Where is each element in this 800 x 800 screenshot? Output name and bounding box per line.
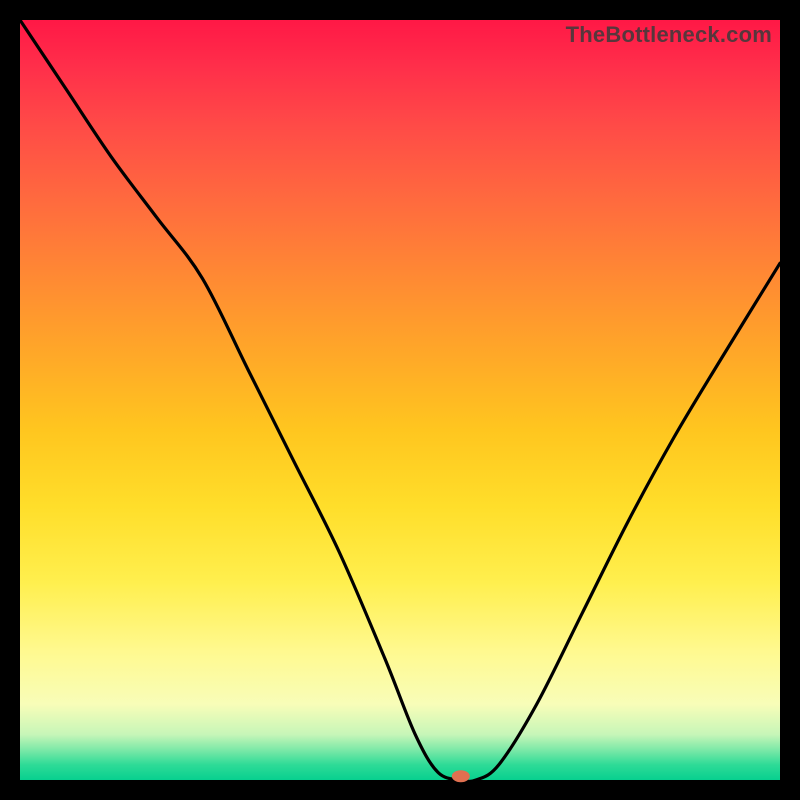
watermark-text: TheBottleneck.com [566, 22, 772, 48]
chart-frame: TheBottleneck.com [20, 20, 780, 780]
bottleneck-curve-path [20, 20, 780, 781]
bottleneck-curve-svg [20, 20, 780, 780]
optimal-point-marker [452, 770, 470, 782]
